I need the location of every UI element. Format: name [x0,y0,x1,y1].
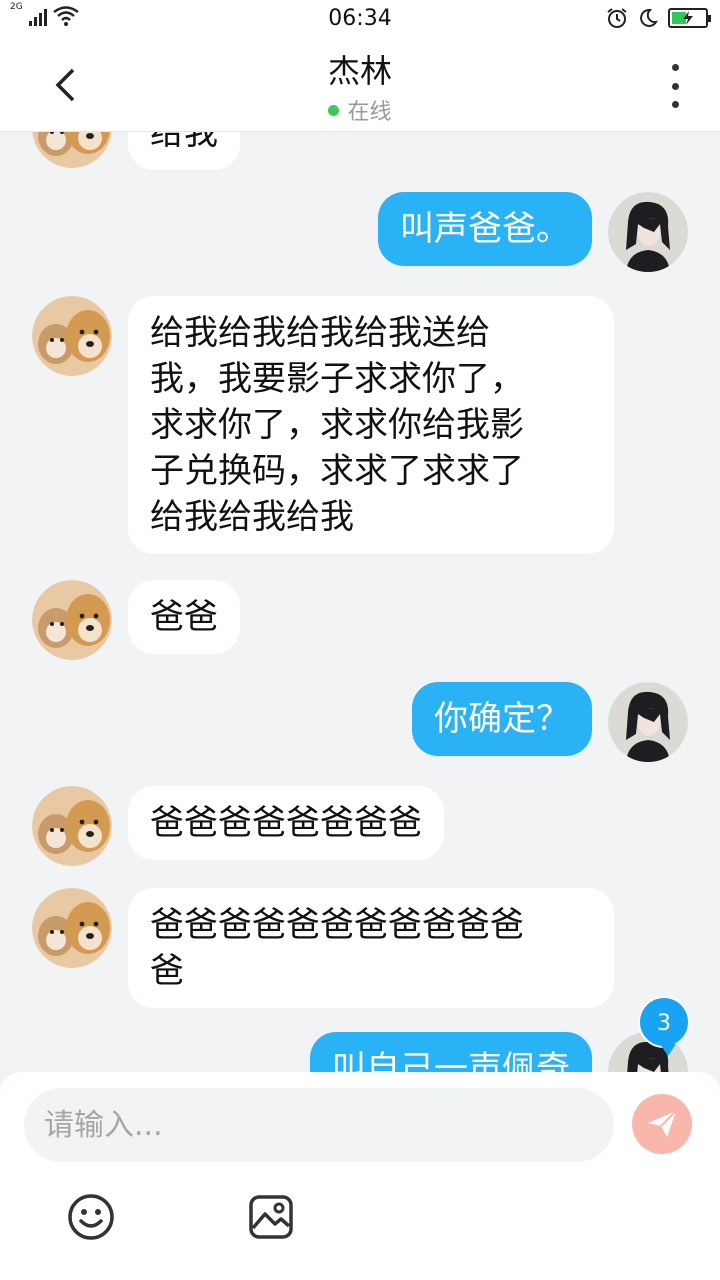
send-icon [648,1110,677,1137]
message-input[interactable] [24,1088,614,1162]
unread-count-badge[interactable]: 3 [638,996,690,1056]
message-bubble[interactable]: 爸爸 [128,580,240,654]
avatar-contact[interactable] [32,580,112,660]
avatar-contact[interactable] [32,132,112,168]
message-bubble[interactable]: 你确定？ [412,682,592,756]
message-list[interactable]: 给我 叫声爸爸。 给我给我给我给我送给 我，我要影子求求你了， 求求你了，求求你… [0,132,720,1072]
message-bubble[interactable]: 叫自己一声佩奇 [310,1032,592,1072]
online-status: 在线 [0,94,720,126]
avatar-contact[interactable] [32,888,112,968]
smiley-icon [68,1194,114,1240]
message-bubble[interactable]: 给我给我给我给我送给 我，我要影子求求你了， 求求你了，求求你给我影 子兑换码，… [128,296,614,554]
avatar-contact[interactable] [32,296,112,376]
more-button[interactable] [660,64,690,108]
message-bubble[interactable]: 叫声爸爸。 [378,192,592,266]
message-bubble[interactable]: 给我 [128,132,240,170]
emoji-button[interactable] [66,1192,116,1242]
more-vertical-icon [671,64,679,71]
moon-icon [640,8,658,27]
avatar-self[interactable] [608,192,688,272]
message-bubble[interactable]: 爸爸爸爸爸爸爸爸爸爸爸 爸 [128,888,614,1008]
message-bubble[interactable]: 爸爸爸爸爸爸爸爸 [128,786,444,860]
battery-icon [668,8,711,28]
avatar-self[interactable] [608,682,688,762]
avatar-contact[interactable] [32,786,112,866]
send-button[interactable] [632,1094,692,1154]
image-icon [249,1195,293,1239]
status-bar: 2G 06:34 [0,0,720,38]
online-dot [328,105,340,116]
contact-name: 杰林 [327,52,392,90]
chat-header: 杰林 在线 [0,38,720,132]
status-right [606,7,711,29]
online-status-label: 在线 [347,100,392,125]
composer-panel [0,1072,720,1280]
alarm-icon [607,8,627,28]
image-button[interactable] [246,1192,296,1242]
